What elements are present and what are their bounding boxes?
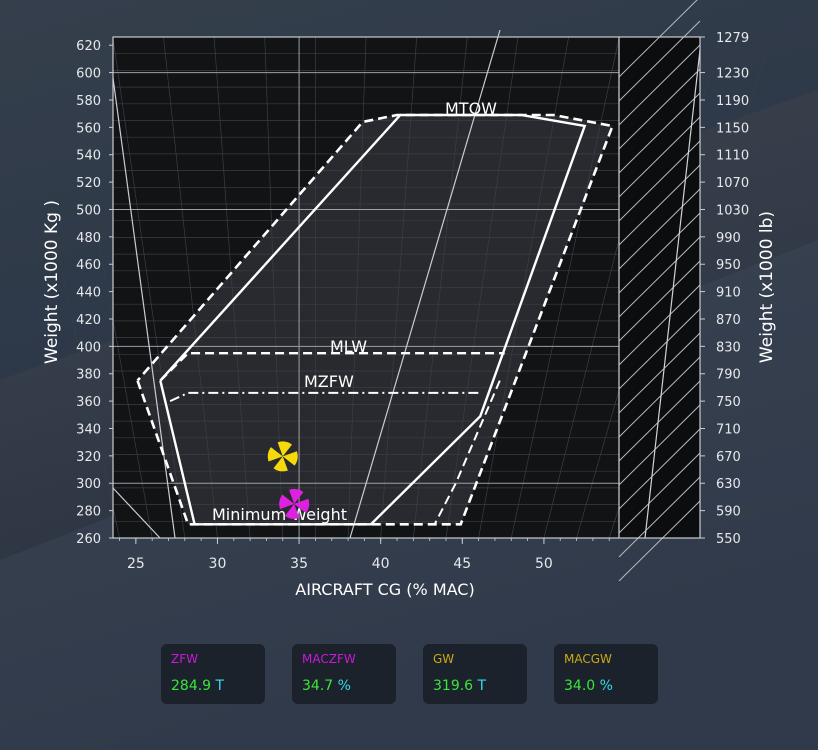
- x-tick-label: 45: [453, 556, 471, 572]
- macgw-unit: %: [599, 678, 613, 694]
- y-tick-label-left: 460: [76, 258, 101, 273]
- maczfw-unit: %: [337, 678, 351, 694]
- mtow-label: MTOW: [445, 99, 497, 118]
- x-tick-label: 50: [535, 556, 553, 572]
- y-tick-label-right: 670: [716, 450, 741, 465]
- y-tick-label-right: 830: [716, 340, 741, 355]
- x-tick-label: 25: [127, 556, 145, 572]
- fine-grid-fanline: [11, 36, 120, 539]
- y-tick-label-right: 950: [716, 258, 741, 273]
- x-axis-title: AIRCRAFT CG (% MAC): [295, 580, 474, 599]
- y-tick-label-left: 380: [76, 368, 101, 383]
- mlw-label: MLW: [330, 337, 367, 356]
- zfw-value: 284.9: [171, 678, 212, 694]
- y-tick-label-right: 1150: [716, 121, 749, 136]
- maczfw-value: 34.7: [302, 678, 334, 694]
- gw-value-line: 319.6 T: [433, 678, 486, 694]
- y-tick-label-left: 560: [76, 121, 101, 136]
- y-axis-title-left: Weight (x1000 Kg ): [42, 200, 62, 364]
- y-tick-label-left: 320: [76, 450, 101, 465]
- y-tick-label-right: 550: [716, 532, 741, 547]
- y-tick-label-right: 1279: [716, 31, 749, 46]
- y-tick-label-right: 790: [716, 368, 741, 383]
- y-tick-label-right: 590: [716, 505, 741, 520]
- y-tick-label-left: 340: [76, 422, 101, 437]
- y-tick-label-left: 300: [76, 477, 101, 492]
- hatch-background: [619, 37, 700, 538]
- weight-balance-chart: MTOW MLW MZFW Minimum Weight 260 280 300 320 340…: [11, 0, 777, 599]
- y-tick-label-left: 600: [76, 67, 101, 82]
- gw-label: GW: [433, 652, 455, 666]
- y-tick-label-left: 420: [76, 313, 101, 328]
- gw-unit: T: [477, 678, 487, 694]
- y-tick-label-left: 440: [76, 286, 101, 301]
- y-tick-label-left: 620: [76, 39, 101, 54]
- y-tick-label-left: 260: [76, 532, 101, 547]
- y-tick-label-left: 360: [76, 395, 101, 410]
- y-tick-label-right: 630: [716, 477, 741, 492]
- y-tick-label-left: 280: [76, 505, 101, 520]
- y-tick-label-right: 1070: [716, 176, 749, 191]
- x-tick-label: 30: [209, 556, 227, 572]
- zfw-label: ZFW: [171, 652, 198, 666]
- macgw-value-line: 34.0 %: [564, 678, 613, 694]
- y-tick-label-left: 520: [76, 176, 101, 191]
- y-tick-label-right: 710: [716, 422, 741, 437]
- y-axis-title-right: Weight (x1000 lb): [757, 211, 777, 363]
- macgw-readout: MACGW 34.0 %: [554, 644, 658, 704]
- maczfw-value-line: 34.7 %: [302, 678, 351, 694]
- macgw-value: 34.0: [564, 678, 596, 694]
- y-tick-label-left: 580: [76, 94, 101, 109]
- mzfw-label: MZFW: [304, 372, 354, 391]
- zfw-value-line: 284.9 T: [171, 678, 224, 694]
- y-tick-label-left: 400: [76, 340, 101, 355]
- minimum-weight-label: Minimum Weight: [212, 505, 347, 524]
- x-tick-label: 35: [290, 556, 308, 572]
- y-tick-label-right: 750: [716, 395, 741, 410]
- gw-readout: GW 319.6 T: [423, 644, 527, 704]
- y-tick-label-right: 870: [716, 313, 741, 328]
- zfw-readout: ZFW 284.9 T: [161, 644, 265, 704]
- maczfw-readout: MACZFW 34.7 %: [292, 644, 396, 704]
- y-tick-label-left: 480: [76, 231, 101, 246]
- y-tick-label-right: 990: [716, 231, 741, 246]
- maczfw-label: MACZFW: [302, 652, 356, 666]
- y-tick-label-right: 1110: [716, 149, 749, 164]
- macgw-label: MACGW: [564, 652, 612, 666]
- aft-limit-hatch: [618, 0, 701, 582]
- y-tick-label-right: 910: [716, 286, 741, 301]
- y-tick-label-left: 540: [76, 149, 101, 164]
- zfw-unit: T: [215, 678, 225, 694]
- y-tick-label-right: 1230: [716, 67, 749, 82]
- x-tick-label: 40: [372, 556, 390, 572]
- y-tick-label-left: 500: [76, 203, 101, 218]
- y-tick-label-right: 1190: [716, 94, 749, 109]
- y-tick-label-right: 1030: [716, 203, 749, 218]
- gw-value: 319.6: [433, 678, 474, 694]
